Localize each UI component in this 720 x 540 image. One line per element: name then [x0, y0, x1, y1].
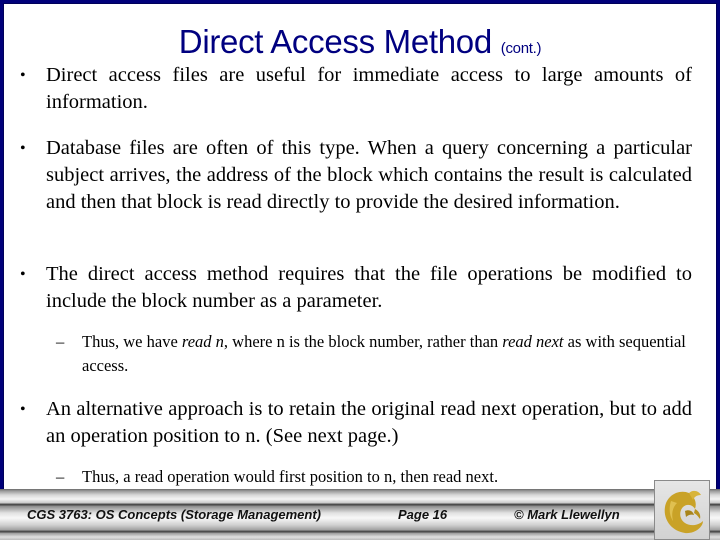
bullet-marker: • [20, 140, 26, 157]
bullet-item: • Database files are often of this type.… [20, 135, 692, 216]
bullet-item: • The direct access method requires that… [20, 261, 692, 315]
bullet-marker: • [20, 67, 26, 84]
slide: Direct Access Method (cont.) • Direct ac… [3, 3, 717, 537]
logo-box [654, 480, 710, 540]
sub-bullet-item: – Thus, we have read n, where n is the b… [56, 330, 694, 378]
italic-term: read next [502, 332, 564, 351]
sub-bullet-marker: – [56, 332, 65, 351]
footer-page-number: Page 16 [398, 507, 448, 522]
bullet-marker: • [20, 401, 26, 418]
text-run: , where n is the block number, rather th… [223, 332, 503, 351]
footer: CGS 3763: OS Concepts (Storage Managemen… [0, 489, 720, 540]
footer-copyright: © Mark Llewellyn [514, 507, 620, 522]
bullet-marker: • [20, 266, 26, 283]
bullet-item: • Direct access files are useful for imm… [20, 62, 692, 116]
text-run: Thus, we have [82, 332, 182, 351]
bullet-text: Database files are often of this type. W… [46, 137, 692, 213]
sub-bullet-text: Thus, a read operation would first posit… [82, 467, 499, 486]
italic-term: read n [181, 332, 224, 351]
sub-bullet-item: – Thus, a read operation would first pos… [56, 465, 694, 489]
sub-bullet-marker: – [56, 467, 65, 486]
sub-bullet-text: Thus, we have read n, where n is the blo… [82, 330, 694, 378]
title-suffix: (cont.) [500, 40, 542, 57]
bullet-text: The direct access method requires that t… [46, 263, 692, 312]
pegasus-logo-icon [664, 490, 703, 534]
title-main: Direct Access Method [178, 23, 492, 60]
footer-course: CGS 3763: OS Concepts (Storage Managemen… [27, 507, 322, 522]
bullet-text: An alternative approach is to retain the… [46, 398, 692, 447]
bullet-text: Direct access files are useful for immed… [46, 64, 692, 113]
bullet-item: • An alternative approach is to retain t… [20, 396, 692, 450]
